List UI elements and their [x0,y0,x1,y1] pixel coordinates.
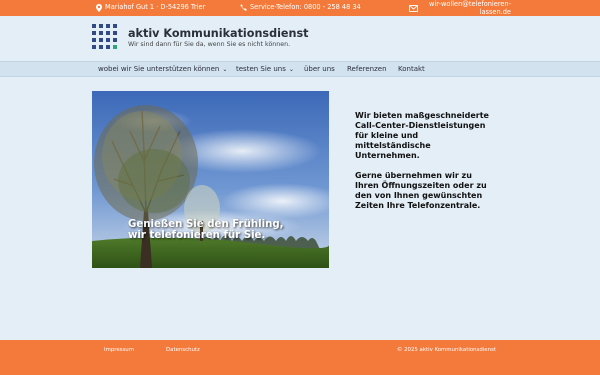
footer-impressum-link[interactable]: Impressum [104,347,134,353]
nav-item-test[interactable]: testen Sie uns ⌄ [236,65,294,73]
hero-caption-line1: Genießen Sie den Frühling, [128,219,284,230]
envelope-icon [409,4,418,12]
chevron-down-icon: ⌄ [222,66,228,73]
phone-text[interactable]: Service-Telefon: 0800 - 258 48 34 [250,3,361,11]
brand-title[interactable]: aktiv Kommunikationsdienst [128,27,308,40]
logo-mark[interactable] [92,24,120,52]
nav-item-services[interactable]: wobei wir Sie unterstützen können ⌄ [98,65,227,73]
main-navigation: wobei wir Sie unterstützen können ⌄ teste… [0,61,600,77]
nav-item-references[interactable]: Referenzen [347,65,387,73]
email-info[interactable]: wir-wollen@telefonieren-lassen.de [409,0,511,16]
intro-paragraph-1: Wir bieten maßgeschneiderte Call-Center-… [355,111,489,160]
address-info: Mariahof Gut 1 · D-54296 Trier [96,4,205,12]
phone-icon [240,4,247,11]
nav-label: Referenzen [347,65,387,73]
spring-tree-photo [92,91,329,268]
site-footer: Impressum Datenschutz © 2025 aktiv Kommu… [0,340,600,375]
hero-image: Genießen Sie den Frühling, wir telefonie… [92,91,329,268]
top-info-bar: Mariahof Gut 1 · D-54296 Trier Service-T… [0,0,600,16]
nav-label: über uns [304,65,335,73]
nav-label: testen Sie uns [236,65,286,73]
address-text: Mariahof Gut 1 · D-54296 Trier [105,3,206,12]
brand-subtitle: Wir sind dann für Sie da, wenn Sie es ni… [128,41,291,48]
chevron-down-icon: ⌄ [288,66,294,73]
nav-label: wobei wir Sie unterstützen können [98,65,220,73]
footer-copyright: © 2025 aktiv Kommunikationsdienst [397,347,496,353]
email-link[interactable]: wir-wollen@telefonieren-lassen.de [421,0,511,16]
site-header: aktiv Kommunikationsdienst Wir sind dann… [0,16,600,61]
nav-item-contact[interactable]: Kontakt [398,65,425,73]
intro-paragraph-2: Gerne übernehmen wir zu Ihren Öffnungsze… [355,171,487,210]
hero-caption: Genießen Sie den Frühling, wir telefonie… [128,219,283,241]
nav-label: Kontakt [398,65,425,73]
phone-info[interactable]: Service-Telefon: 0800 - 258 48 34 [240,3,361,11]
hero-caption-line2: wir telefonieren für Sie. [128,230,266,241]
footer-privacy-link[interactable]: Datenschutz [166,347,200,353]
map-pin-icon [96,4,102,12]
intro-text: Wir bieten maßgeschneiderte Call-Center-… [355,111,495,211]
nav-item-about[interactable]: über uns [304,65,335,73]
